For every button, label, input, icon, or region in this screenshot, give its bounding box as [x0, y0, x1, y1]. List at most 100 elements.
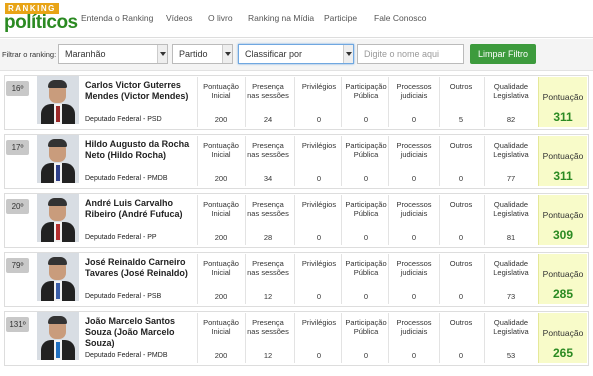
stat-participacao-publica-value: 0: [363, 174, 369, 183]
stat-qualidade-legislativa-value: 77: [506, 174, 516, 183]
stat-privilegios-label: Privilégios: [301, 259, 337, 268]
stat-qualidade-legislativa-label: Qualidade Legislativa: [493, 141, 529, 159]
politician-row[interactable]: 16º Carlos Victor Guterres Mendes (Victor…: [0, 72, 593, 131]
stat-processos-judiciais-label: Processos judiciais: [396, 200, 432, 218]
stat-participacao-publica: Participação Pública 0: [343, 82, 389, 127]
photo-tie: [56, 283, 60, 299]
rank-badge: 131º: [6, 317, 29, 332]
stat-processos-judiciais: Processos judiciais 0: [390, 200, 438, 245]
column-separator: [484, 313, 485, 363]
score-box: Pontuação 265: [538, 313, 587, 363]
stat-privilegios-label: Privilégios: [301, 200, 337, 209]
photo-hair: [48, 316, 67, 324]
stat-participacao-publica-label: Participação Pública: [345, 82, 387, 100]
politician-name[interactable]: André Luis Carvalho Ribeiro (André Fufuc…: [85, 198, 195, 220]
photo-tie: [56, 106, 60, 122]
stat-participacao-publica: Participação Pública 0: [343, 200, 389, 245]
stat-participacao-publica: Participação Pública 0: [343, 318, 389, 363]
column-separator: [439, 195, 440, 245]
nav-fale-conosco[interactable]: Fale Conosco: [374, 13, 426, 23]
politician-photo[interactable]: [37, 135, 79, 183]
sort-select[interactable]: Classificar por: [238, 44, 354, 64]
column-separator: [341, 254, 342, 304]
politician-row[interactable]: 20º André Luis Carvalho Ribeiro (André Fu…: [0, 190, 593, 249]
politician-name[interactable]: José Reinaldo Carneiro Tavares (José Rei…: [85, 257, 195, 279]
politician-office-party: Deputado Federal - PMDB: [85, 175, 168, 182]
stat-qualidade-legislativa-label: Qualidade Legislativa: [493, 200, 529, 218]
stat-qualidade-legislativa-value: 53: [506, 351, 516, 360]
stat-privilegios-label: Privilégios: [301, 318, 337, 327]
photo-tie: [56, 342, 60, 358]
photo-hair: [48, 257, 67, 265]
stat-pontuacao-inicial: Pontuação Inicial 200: [199, 141, 243, 186]
rank-badge: 79º: [6, 258, 29, 273]
politician-row[interactable]: 17º Hildo Augusto da Rocha Neto (Hildo Ro…: [0, 131, 593, 190]
stat-pontuacao-inicial-value: 200: [214, 351, 228, 360]
state-select-value: Maranhão: [65, 49, 106, 59]
stat-privilegios-label: Privilégios: [301, 141, 337, 150]
stat-qualidade-legislativa: Qualidade Legislativa 77: [486, 141, 536, 186]
nav-participe[interactable]: Participe: [324, 13, 357, 23]
stat-presenca-sessoes-label: Presença nas sessões: [247, 141, 289, 159]
chevron-down-icon: [157, 45, 167, 63]
politician-row[interactable]: 131º João Marcelo Santos Souza (João Marc…: [0, 308, 593, 367]
politician-photo[interactable]: [37, 194, 79, 242]
column-separator: [245, 313, 246, 363]
stat-privilegios: Privilégios 0: [296, 259, 342, 304]
politician-photo[interactable]: [37, 312, 79, 360]
stat-presenca-sessoes-value: 12: [263, 351, 273, 360]
score-box: Pontuação 311: [538, 77, 587, 127]
stat-privilegios-value: 0: [316, 351, 322, 360]
stat-presenca-sessoes: Presença nas sessões 12: [247, 259, 289, 304]
logo-politicos-text: políticos: [4, 12, 78, 33]
stat-presenca-sessoes-value: 28: [263, 233, 273, 242]
stat-pontuacao-inicial-label: Pontuação Inicial: [203, 318, 239, 336]
politician-photo[interactable]: [37, 253, 79, 301]
name-search-input[interactable]: Digite o nome aqui: [357, 44, 464, 64]
stat-qualidade-legislativa-label: Qualidade Legislativa: [493, 82, 529, 100]
nav-entenda-o-ranking[interactable]: Entenda o Ranking: [81, 13, 153, 23]
column-separator: [439, 313, 440, 363]
photo-tie: [56, 165, 60, 181]
rank-badge: 16º: [6, 81, 29, 96]
score-value: 309: [552, 228, 574, 242]
stat-outros: Outros 0: [441, 200, 481, 245]
politician-row[interactable]: 79º José Reinaldo Carneiro Tavares (José …: [0, 249, 593, 308]
rank-badge: 20º: [6, 199, 29, 214]
stat-pontuacao-inicial-label: Pontuação Inicial: [203, 82, 239, 100]
photo-hair: [48, 198, 67, 206]
party-select[interactable]: Partido: [172, 44, 233, 64]
nav-o-livro[interactable]: O livro: [208, 13, 233, 23]
rank-badge: 17º: [6, 140, 29, 155]
score-label: Pontuação: [542, 151, 584, 161]
score-label: Pontuação: [542, 269, 584, 279]
filter-label: Filtrar o ranking:: [2, 50, 57, 59]
stat-qualidade-legislativa: Qualidade Legislativa 53: [486, 318, 536, 363]
stat-processos-judiciais: Processos judiciais 0: [390, 259, 438, 304]
stat-privilegios: Privilégios 0: [296, 318, 342, 363]
politician-office-party: Deputado Federal - PSD: [85, 116, 162, 123]
ranking-politicos-logo[interactable]: RANKING políticos: [4, 2, 78, 34]
politician-name[interactable]: João Marcelo Santos Souza (João Marcelo …: [85, 316, 195, 349]
stat-participacao-publica-value: 0: [363, 292, 369, 301]
column-separator: [197, 77, 198, 127]
column-separator: [294, 254, 295, 304]
stat-pontuacao-inicial-value: 200: [214, 174, 228, 183]
nav-ranking-na-midia[interactable]: Ranking na Mídia: [248, 13, 314, 23]
stat-outros-label: Outros: [449, 259, 473, 268]
clear-filter-button[interactable]: Limpar Filtro: [470, 44, 536, 64]
politician-name[interactable]: Carlos Victor Guterres Mendes (Victor Me…: [85, 80, 195, 102]
party-select-value: Partido: [179, 49, 208, 59]
column-separator: [294, 136, 295, 186]
score-label: Pontuação: [542, 92, 584, 102]
column-separator: [388, 77, 389, 127]
nav-videos[interactable]: Vídeos: [166, 13, 192, 23]
politician-name[interactable]: Hildo Augusto da Rocha Neto (Hildo Rocha…: [85, 139, 195, 161]
column-separator: [388, 136, 389, 186]
stat-qualidade-legislativa-value: 73: [506, 292, 516, 301]
state-select[interactable]: Maranhão: [58, 44, 168, 64]
score-value: 285: [552, 287, 574, 301]
column-separator: [197, 313, 198, 363]
politician-photo[interactable]: [37, 76, 79, 124]
column-separator: [197, 136, 198, 186]
